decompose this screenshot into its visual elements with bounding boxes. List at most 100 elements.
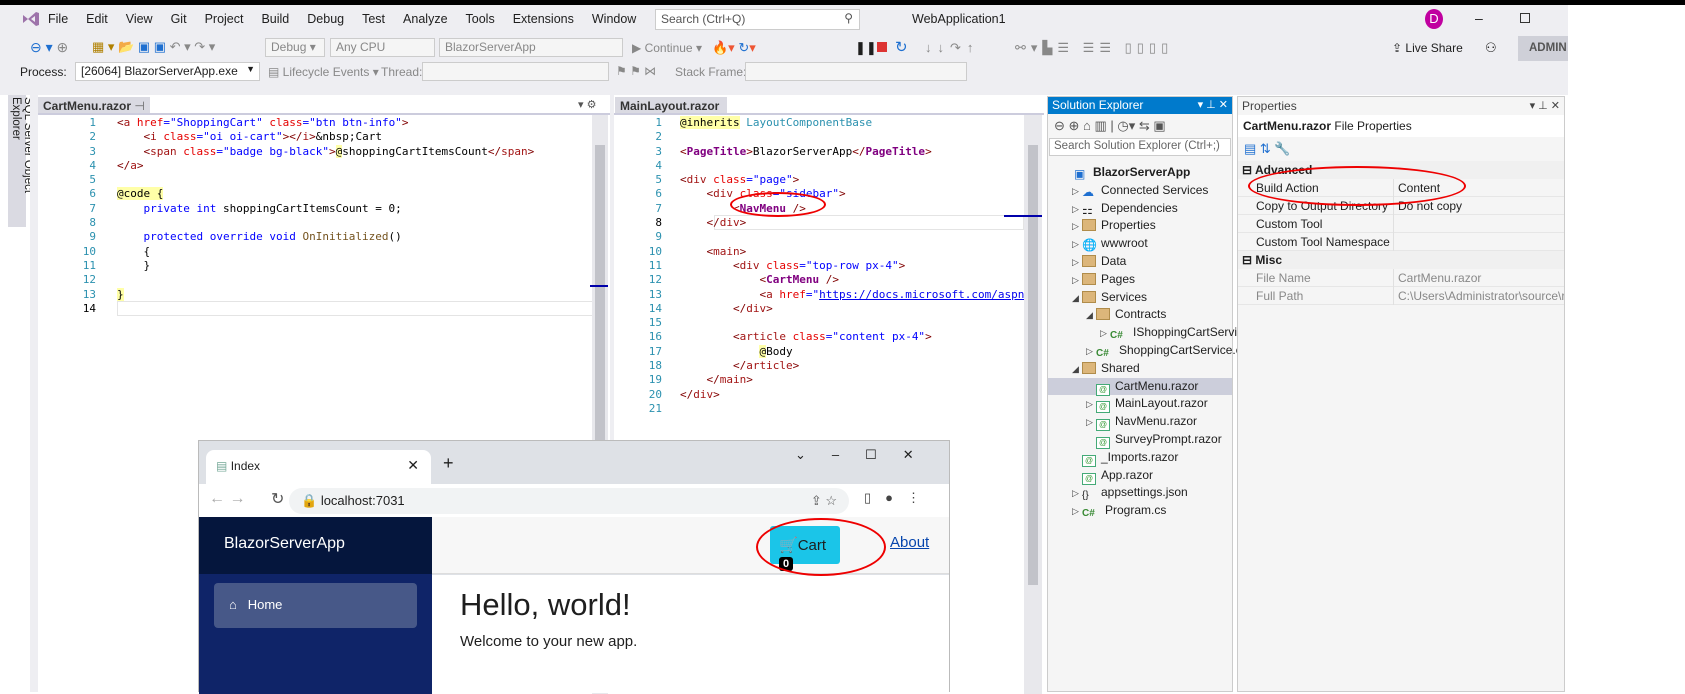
code-area[interactable]: <a href="ShoppingCart" class="btn btn-in…	[117, 116, 534, 316]
new-project-icon[interactable]: ▦ ▾ 📂 ▣ ▣ ↶ ▾ ↷ ▾	[92, 39, 215, 55]
menu-analyze[interactable]: Analyze	[403, 12, 447, 26]
feedback-icon[interactable]: ⚇	[1485, 40, 1497, 56]
tree-item[interactable]: ▷ Pages	[1048, 271, 1232, 289]
tree-item[interactable]: ▷ ☁ Connected Services	[1048, 182, 1232, 200]
tree-item[interactable]: @ _Imports.razor	[1048, 449, 1232, 467]
menu-git[interactable]: Git	[171, 12, 187, 26]
menu-project[interactable]: Project	[205, 12, 244, 26]
property-row[interactable]: Custom Tool Namespace	[1238, 233, 1564, 251]
back-button[interactable]: ← →	[209, 490, 245, 508]
tree-item[interactable]: ▷ ⚏ Dependencies	[1048, 200, 1232, 218]
menu-edit[interactable]: Edit	[86, 12, 108, 26]
tree-item[interactable]: ▷ C# ShoppingCartService.cs	[1048, 342, 1248, 361]
process-dropdown[interactable]: [26064] BlazorServerApp.exe ▼	[75, 62, 260, 81]
menu-window[interactable]: Window	[592, 12, 636, 26]
expand-toggle-icon[interactable]: ▷	[1072, 254, 1082, 272]
thread-dropdown[interactable]	[422, 62, 609, 81]
tree-item[interactable]: ▷ @ MainLayout.razor	[1048, 395, 1232, 414]
lifecycle-events-button[interactable]: ▤ Lifecycle Events ▾	[268, 65, 379, 79]
tree-item[interactable]: @ App.razor	[1048, 467, 1232, 485]
expand-toggle-icon[interactable]: ▷	[1072, 485, 1082, 503]
property-value[interactable]: CartMenu.razor	[1398, 271, 1564, 285]
share-star-icons[interactable]: ⇪ ☆	[811, 493, 837, 509]
tree-item[interactable]: ▷ C# IShoppingCartService.cs	[1048, 324, 1265, 343]
menu-view[interactable]: View	[126, 12, 153, 26]
editor-scrollbar[interactable]	[1004, 115, 1042, 694]
menu-test[interactable]: Test	[362, 12, 385, 26]
collapse-icon[interactable]: ⊟	[1242, 163, 1252, 177]
hot-reload-icon[interactable]: 🔥▾ ↻▾	[712, 40, 756, 56]
tree-item[interactable]: ▷ Data	[1048, 253, 1232, 271]
expand-toggle-icon[interactable]: ◢	[1086, 307, 1096, 325]
tree-item[interactable]: @ CartMenu.razor	[1048, 377, 1232, 396]
tree-item[interactable]: ▷ Properties	[1048, 217, 1232, 235]
tree-item[interactable]: ▷ C# Program.cs	[1048, 502, 1232, 520]
stack-frame-dropdown[interactable]	[745, 62, 967, 81]
tree-item[interactable]: ▣ BlazorServerApp	[1048, 164, 1232, 182]
debug-misc-icons[interactable]: ⚯▾▙☰ ☰☰ ▯▯▯▯	[1015, 40, 1173, 56]
collapse-icon[interactable]: ⊟	[1242, 253, 1252, 267]
expand-toggle-icon[interactable]: ▷	[1072, 201, 1082, 219]
properties-object-selector[interactable]: CartMenu.razor File Properties	[1238, 115, 1564, 137]
debug-pause-icon[interactable]: ❚❚	[855, 40, 877, 56]
browser-tab-index[interactable]: ▤ Index ✕	[206, 450, 431, 484]
tab-mainlayout-razor[interactable]: MainLayout.razor ⊣ ✕	[615, 97, 727, 127]
continue-button[interactable]: ▶ Continue ▾	[632, 41, 702, 55]
close-tab-icon[interactable]: ✕	[407, 457, 419, 474]
tab-overflow-icons[interactable]: ▾ ⚙	[578, 98, 596, 111]
thread-flag-icons[interactable]: ⚑ ⚑ ⋈	[616, 64, 656, 78]
minimize-button[interactable]: –	[1475, 10, 1483, 26]
nav-home[interactable]: ⌂ Home	[214, 583, 417, 628]
app-brand[interactable]: BlazorServerApp	[199, 517, 432, 574]
menu-build[interactable]: Build	[261, 12, 289, 26]
expand-toggle-icon[interactable]: ▷	[1086, 343, 1096, 361]
tab-cartmenu-razor[interactable]: CartMenu.razor ⊣ ✕	[38, 97, 150, 127]
expand-toggle-icon[interactable]: ▷	[1086, 396, 1096, 414]
reload-button[interactable]: ↻	[271, 489, 284, 509]
expand-toggle-icon[interactable]: ▷	[1100, 325, 1110, 343]
live-share-button[interactable]: ⇪ Live Share	[1392, 41, 1463, 55]
debug-stop-icon[interactable]	[877, 42, 887, 52]
search-input[interactable]: Search (Ctrl+Q) ⚲	[655, 9, 860, 30]
solution-search-input[interactable]: Search Solution Explorer (Ctrl+;)	[1049, 138, 1231, 156]
debug-restart-icon[interactable]: ↻	[895, 38, 908, 56]
menu-debug[interactable]: Debug	[307, 12, 344, 26]
menu-extensions[interactable]: Extensions	[513, 12, 574, 26]
maximize-button[interactable]	[1520, 13, 1530, 23]
solution-explorer-toolbar[interactable]: ⊖ ⊕ ⌂ ▥ | ◷▾ ⇆ ▣	[1048, 114, 1232, 138]
address-bar[interactable]: 🔒 localhost:7031 ⇪ ☆	[289, 488, 849, 514]
account-avatar[interactable]: D	[1425, 9, 1443, 29]
property-section[interactable]: ⊟ Misc	[1238, 251, 1564, 269]
tree-item[interactable]: ◢ Services	[1048, 289, 1232, 307]
property-row[interactable]: Full Path C:\Users\Administrator\source\r…	[1238, 287, 1564, 305]
property-value[interactable]: C:\Users\Administrator\source\repos	[1398, 289, 1564, 303]
properties-toolbar[interactable]: ▤ ⇅ 🔧	[1238, 137, 1564, 161]
property-row[interactable]: Custom Tool	[1238, 215, 1564, 233]
window-controls[interactable]: ⌄–☐✕	[795, 447, 940, 463]
property-row[interactable]: File Name CartMenu.razor	[1238, 269, 1564, 287]
expand-toggle-icon[interactable]: ▷	[1072, 272, 1082, 290]
tree-item[interactable]: ▷{} appsettings.json	[1048, 484, 1232, 502]
menu-tools[interactable]: Tools	[466, 12, 495, 26]
tree-item[interactable]: @ SurveyPrompt.razor	[1048, 431, 1232, 449]
startup-project-dropdown[interactable]: BlazorServerApp	[439, 38, 623, 57]
expand-toggle-icon[interactable]: ▷	[1072, 218, 1082, 236]
navigate-back-icon[interactable]: ⊖ ▾ ⊕	[30, 39, 68, 56]
menu-file[interactable]: File	[48, 12, 68, 26]
new-tab-button[interactable]: +	[443, 453, 454, 474]
about-link[interactable]: About	[890, 534, 929, 551]
tree-item[interactable]: ▷ 🌐 wwwroot	[1048, 235, 1232, 253]
configuration-dropdown[interactable]: Debug ▾	[265, 38, 325, 57]
tree-item[interactable]: ◢ Contracts	[1048, 306, 1232, 324]
expand-toggle-icon[interactable]: ▷	[1072, 183, 1082, 201]
expand-toggle-icon[interactable]: ◢	[1072, 290, 1082, 308]
step-icons[interactable]: ↓↓↷↑	[925, 40, 979, 56]
expand-toggle-icon[interactable]: ▷	[1072, 236, 1082, 254]
browser-menu-icons[interactable]: ▯●⋮	[864, 490, 934, 506]
tree-item[interactable]: ◢ Shared	[1048, 360, 1232, 378]
expand-toggle-icon[interactable]: ▷	[1072, 503, 1082, 521]
code-area[interactable]: @inherits LayoutComponentBase <PageTitle>…	[680, 116, 1024, 416]
sql-server-object-explorer-tab[interactable]: SQL Server Object Explorer	[8, 95, 34, 227]
expand-toggle-icon[interactable]: ▷	[1086, 414, 1096, 432]
platform-dropdown[interactable]: Any CPU	[330, 38, 435, 57]
